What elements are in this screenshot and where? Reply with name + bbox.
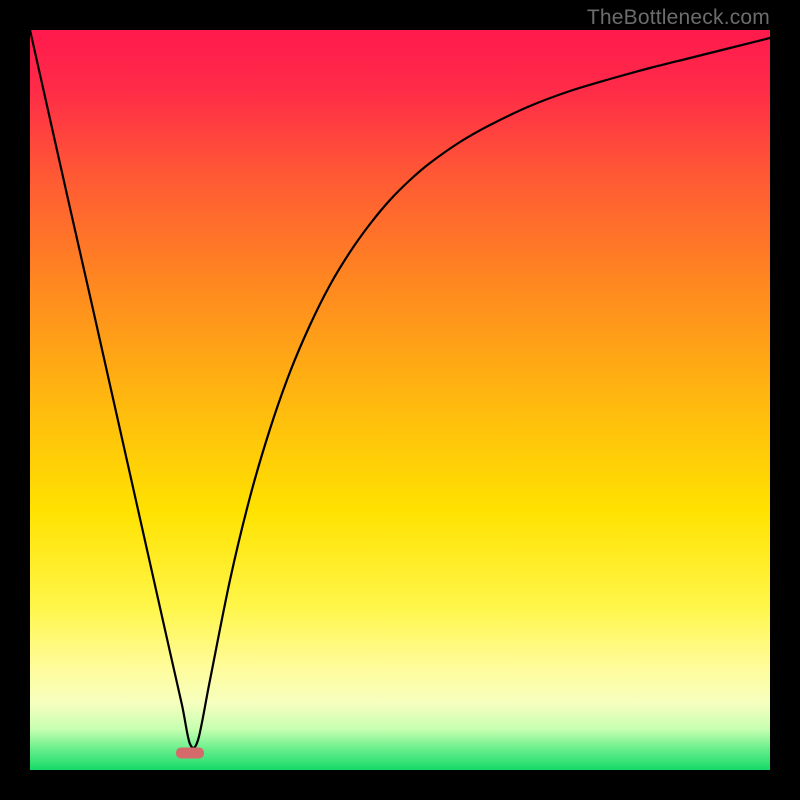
watermark-text: TheBottleneck.com [587,6,770,30]
chart-background [30,30,770,770]
bottleneck-chart [30,30,770,770]
minimum-marker [176,748,204,759]
